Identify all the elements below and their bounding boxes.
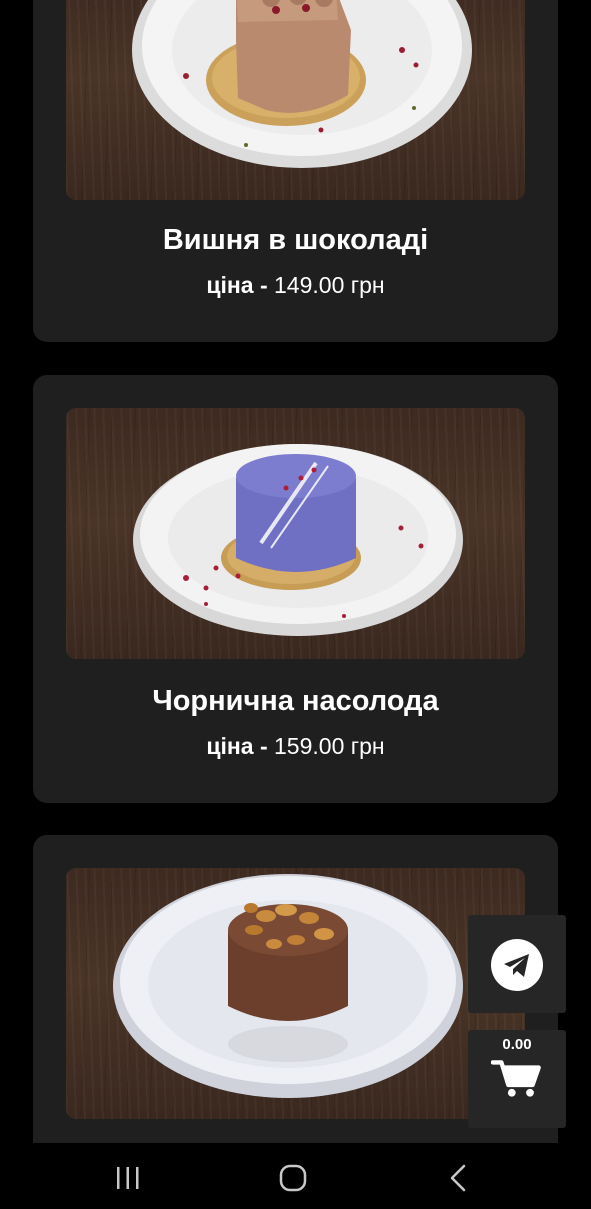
telegram-icon: [491, 939, 543, 991]
dessert-photo: [113, 874, 463, 1098]
product-image[interactable]: [66, 868, 525, 1119]
price-label: ціна -: [206, 272, 275, 298]
product-price: ціна - 159.00 грн: [33, 733, 558, 760]
cart-button[interactable]: 0.00: [468, 1030, 566, 1128]
product-title: Чорнична насолода: [152, 685, 439, 717]
price-value: 159.00 грн: [274, 733, 385, 759]
product-price: ціна - 149.00 грн: [33, 272, 558, 299]
telegram-button[interactable]: [468, 915, 566, 1013]
system-navigation-bar: [0, 1143, 591, 1209]
product-image[interactable]: [66, 0, 525, 200]
dessert-photo: [133, 444, 463, 636]
dessert-photo: [132, 0, 472, 168]
product-image[interactable]: [66, 408, 525, 659]
product-card[interactable]: Вишня в шоколаді ціна - 149.00 грн: [33, 0, 558, 342]
price-label: ціна -: [206, 733, 275, 759]
price-value: 149.00 грн: [274, 272, 385, 298]
cart-total: 0.00: [502, 1036, 532, 1053]
back-icon[interactable]: [444, 1163, 474, 1193]
product-card[interactable]: Чорнична насолода ціна - 159.00 грн: [33, 375, 558, 803]
product-title: Вишня в шоколаді: [162, 224, 429, 256]
recent-apps-icon[interactable]: [113, 1163, 143, 1193]
home-icon[interactable]: [278, 1163, 308, 1193]
shopping-cart-icon: [491, 1060, 541, 1097]
